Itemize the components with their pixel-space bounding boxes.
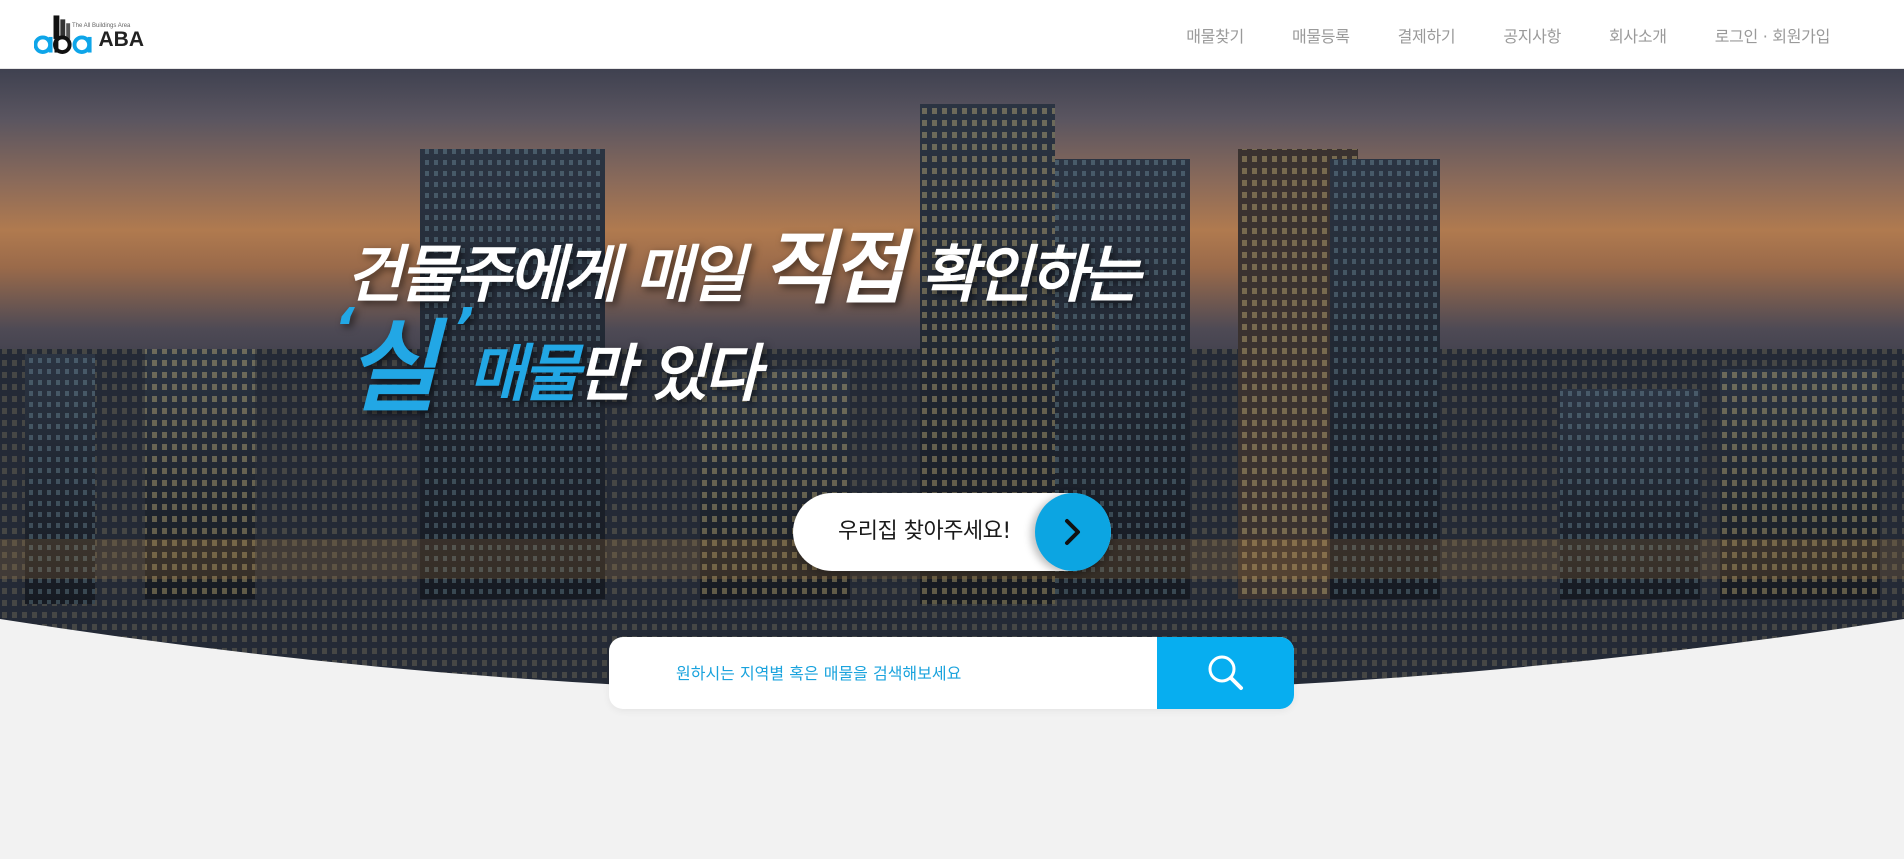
quote-open: ‘ — [334, 297, 354, 360]
headline-maemul: 매물 — [469, 337, 580, 410]
headline-text-b: 확인하는 — [902, 238, 1140, 311]
hero-banner: 건물주에게 매일 직접 확인하는 ‘ 실 ’ 매물 만 있다 우리집 찾아주세요… — [0, 69, 1904, 689]
search-bar — [609, 637, 1294, 709]
nav-item-about[interactable]: 회사소개 — [1585, 23, 1691, 47]
search-button[interactable] — [1157, 637, 1294, 709]
logo-tagline: The All Buildings Area — [72, 23, 131, 29]
cta-label: 우리집 찾아주세요! — [838, 519, 1011, 544]
logo-mark-icon — [34, 15, 92, 55]
chevron-right-icon[interactable] — [1035, 493, 1111, 571]
headline-line-2: ‘ 실 ’ 매물 만 있다 — [334, 302, 1137, 418]
find-my-home-button[interactable]: 우리집 찾아주세요! — [793, 493, 1111, 571]
sil-text: 실 — [346, 309, 438, 426]
nav-item-payment[interactable]: 결제하기 — [1374, 23, 1480, 47]
nav-item-register-listing[interactable]: 매물등록 — [1268, 23, 1374, 47]
search-icon — [1208, 655, 1243, 690]
logo-text: ABA — [98, 28, 145, 51]
site-header: The All Buildings Area ABA 매물찾기 매물등록 결제하… — [0, 0, 1904, 69]
search-input[interactable] — [609, 637, 1157, 709]
headline-text-a: 건물주에게 매일 — [346, 238, 762, 311]
hero-headline: 건물주에게 매일 직접 확인하는 ‘ 실 ’ 매물 만 있다 — [334, 229, 1140, 418]
quote-close: ’ — [453, 297, 473, 360]
headline-sil: ‘ 실 ’ — [334, 302, 474, 418]
main-nav: 매물찾기 매물등록 결제하기 공지사항 회사소개 로그인 · 회원가입 — [1162, 0, 1854, 69]
headline-rest: 만 있다 — [577, 337, 761, 410]
logo[interactable]: The All Buildings Area ABA — [34, 13, 144, 55]
nav-item-find-listings[interactable]: 매물찾기 — [1162, 23, 1268, 47]
headline-emphasis: 직접 — [761, 222, 905, 315]
nav-item-login-signup[interactable]: 로그인 · 회원가입 — [1691, 23, 1854, 47]
nav-item-notices[interactable]: 공지사항 — [1479, 23, 1585, 47]
